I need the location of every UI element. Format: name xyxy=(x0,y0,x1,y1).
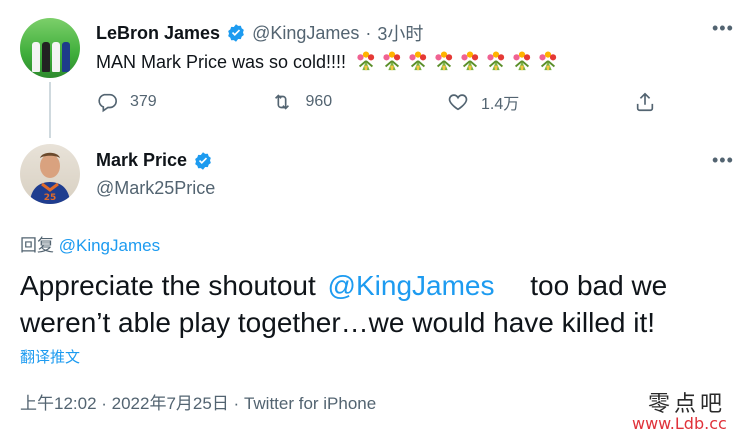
tweet1-author-handle[interactable]: @KingJames xyxy=(252,23,359,44)
bouquet-icon xyxy=(487,51,505,71)
tweet2-text-end: too bad we xyxy=(530,270,668,301)
tweet2-text-line1: Appreciate the shoutout @KingJames too b… xyxy=(20,268,667,304)
retweet-icon xyxy=(275,94,290,110)
tweet1-more-icon[interactable]: ••• xyxy=(712,18,734,39)
tweet2-author-name[interactable]: Mark Price xyxy=(96,150,187,171)
bouquet-icon xyxy=(461,51,479,71)
bouquet-icon xyxy=(539,51,557,71)
tweet2-text-line2: weren’t able play together…we would have… xyxy=(20,307,656,338)
bouquet-icon xyxy=(357,51,375,71)
bouquet-icon xyxy=(409,51,427,71)
tweet1-emoji-row xyxy=(351,51,559,72)
translate-tweet-link[interactable]: 翻译推文 xyxy=(20,346,80,367)
heart-icon xyxy=(448,94,468,111)
tweet1-text: MAN Mark Price was so cold!!!! xyxy=(96,52,347,72)
watermark-url: www.Ldb.cc xyxy=(632,414,727,433)
lebron-avatar[interactable] xyxy=(20,18,80,78)
retweet-button[interactable]: 960 xyxy=(271,90,332,114)
verified-badge-icon xyxy=(195,151,211,170)
tweet1-author-name[interactable]: LeBron James xyxy=(96,23,220,44)
share-button[interactable] xyxy=(634,90,656,114)
share-icon xyxy=(636,92,654,112)
tweet1-timestamp[interactable]: 3小时 xyxy=(377,20,423,46)
tweet2-more-icon[interactable]: ••• xyxy=(712,150,734,171)
tweet2-meta[interactable]: 上午12:02 · 2022年7月25日 · Twitter for iPhon… xyxy=(20,389,376,414)
tweet2-author-handle[interactable]: @Mark25Price xyxy=(96,178,215,199)
reply-to-prefix: 回复 xyxy=(20,236,54,255)
reply-count: 379 xyxy=(130,93,157,110)
dot-separator: · xyxy=(365,22,372,43)
svg-text:25: 25 xyxy=(44,193,57,203)
reply-button[interactable]: 379 xyxy=(96,90,157,114)
like-button[interactable]: 1.4万 xyxy=(447,90,519,114)
reply-to-mention-link[interactable]: @KingJames xyxy=(59,236,160,255)
like-count: 1.4万 xyxy=(480,96,520,113)
mark-price-avatar[interactable]: 25 xyxy=(20,144,80,204)
bouquet-icon xyxy=(513,51,531,71)
player-photo-icon: 25 xyxy=(30,152,70,204)
tweet1-action-bar: 379 960 1.4万 xyxy=(96,90,656,114)
retweet-count: 960 xyxy=(305,93,333,110)
thread-connector-line xyxy=(49,82,51,138)
reply-icon xyxy=(98,93,117,113)
verified-badge-icon xyxy=(228,24,244,42)
tweet1-body: MAN Mark Price was so cold!!!! xyxy=(96,50,559,73)
tweet2-text-start: Appreciate the shoutout xyxy=(20,270,316,301)
tweet2-mention-link[interactable]: @KingJames xyxy=(328,270,495,301)
bouquet-icon xyxy=(383,51,401,71)
bouquet-icon xyxy=(435,51,453,71)
reply-to-line: 回复 @KingJames xyxy=(20,231,160,256)
tweet2-name-row: Mark Price xyxy=(96,150,213,171)
tweet1-header: LeBron James @KingJames · 3小时 xyxy=(96,20,423,46)
